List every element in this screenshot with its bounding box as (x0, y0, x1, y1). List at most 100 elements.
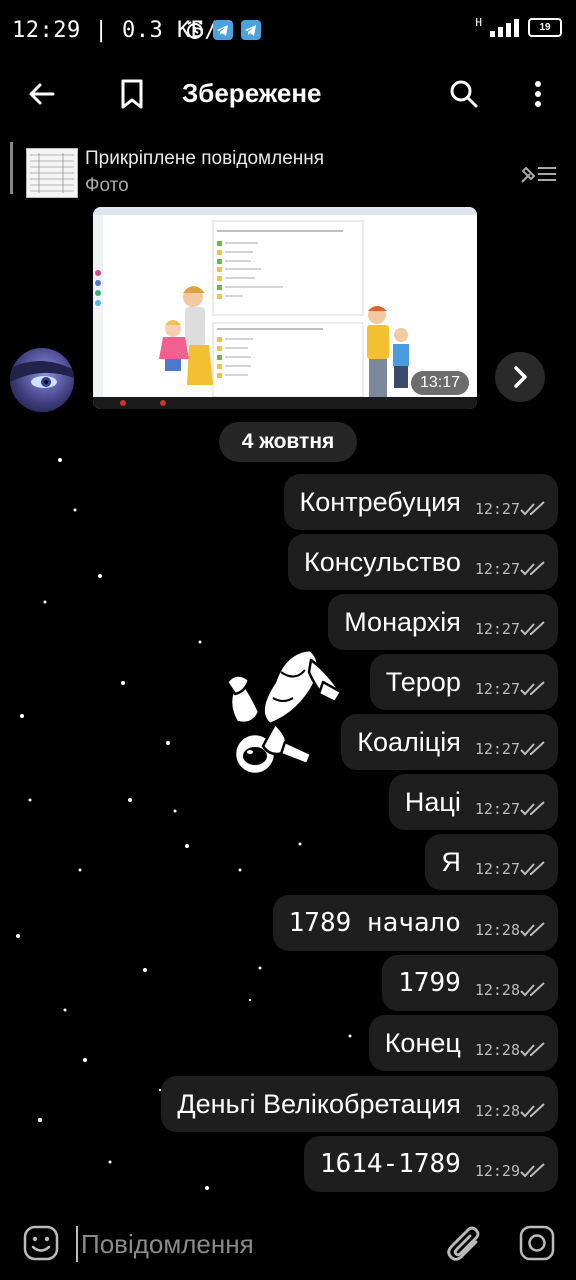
telegram-icon (241, 20, 261, 40)
message-meta: 12:27 (475, 620, 546, 638)
search-icon (450, 80, 478, 108)
attach-button[interactable] (446, 1224, 484, 1269)
message-time: 12:28 (474, 921, 520, 939)
message-time: 12:27 (474, 740, 520, 758)
double-check-icon (520, 1103, 545, 1118)
double-check-icon (520, 621, 545, 636)
chat-title[interactable]: Збережене (182, 78, 322, 109)
pinned-thumbnail (26, 148, 78, 198)
double-check-icon (520, 561, 545, 576)
message-meta: 12:28 (475, 1041, 546, 1059)
back-button[interactable] (22, 74, 62, 114)
pinned-indicator (10, 142, 13, 194)
photo-message[interactable]: 13:17 (93, 207, 477, 409)
message-meta: 12:28 (475, 1102, 546, 1120)
message-time: 12:27 (474, 500, 520, 518)
message-time: 12:27 (474, 860, 520, 878)
message-bubble[interactable]: Монархія 12:27 (328, 594, 558, 650)
signal-icon (490, 18, 519, 37)
more-vertical-icon (535, 81, 541, 107)
network-type: H (475, 16, 482, 29)
forward-button[interactable] (495, 352, 545, 402)
message-text: Консульство (304, 546, 461, 577)
paperclip-icon (447, 1226, 480, 1261)
message-text: Наці (404, 786, 461, 817)
message-time: 12:27 (474, 620, 520, 638)
message-time: 12:28 (474, 1102, 520, 1120)
message-meta: 12:27 (475, 860, 546, 878)
instagram-camera-icon (519, 1225, 555, 1261)
status-notification-icons (185, 20, 261, 40)
message-bubble[interactable]: 1799 12:28 (382, 955, 558, 1011)
message-bubble[interactable]: Наці 12:27 (388, 774, 558, 830)
double-check-icon (520, 982, 545, 997)
double-check-icon (520, 801, 545, 816)
double-check-icon (520, 741, 545, 756)
camera-button[interactable] (518, 1224, 556, 1267)
message-meta: 12:29 (475, 1162, 546, 1180)
message-text: 1789 начало (288, 908, 461, 938)
message-meta: 12:27 (475, 500, 546, 518)
message-text: Коаліція (357, 726, 461, 757)
sender-avatar[interactable] (10, 348, 74, 412)
double-check-icon (520, 861, 545, 876)
message-input[interactable]: Повідомлення (76, 1226, 431, 1262)
message-time: 12:29 (474, 1162, 520, 1180)
status-system-icons: H 19 (475, 16, 562, 37)
message-bubble[interactable]: Контребуция 12:27 (283, 474, 558, 530)
double-check-icon (520, 1163, 545, 1178)
alarm-icon (187, 21, 203, 39)
message-meta: 12:28 (475, 921, 546, 939)
message-meta: 12:27 (475, 680, 546, 698)
pinned-title: Прикріплене повідомлення (85, 148, 325, 169)
message-meta: 12:28 (475, 981, 546, 999)
pinned-subtitle: Фото (85, 175, 129, 196)
message-text: Терор (385, 666, 461, 697)
message-bubble[interactable]: 1614-1789 12:29 (303, 1136, 558, 1192)
message-time: 12:27 (474, 800, 520, 818)
message-text: 1799 (398, 968, 461, 998)
message-bubble[interactable]: Деньгі Велікобретация 12:28 (161, 1076, 558, 1132)
double-check-icon (520, 681, 545, 696)
bookmark-icon (121, 79, 143, 109)
battery-icon: 19 (528, 18, 562, 37)
message-time: 12:27 (474, 560, 520, 578)
telegram-icon (213, 20, 233, 40)
chevron-right-icon (514, 366, 527, 388)
date-separator: 4 жовтня (219, 422, 357, 462)
emoji-icon (23, 1225, 59, 1261)
search-button[interactable] (444, 74, 484, 114)
status-bar: 12:29 | 0.3 КБ/с H 19 (0, 0, 576, 62)
message-bubble[interactable]: Консульство 12:27 (288, 534, 558, 590)
more-menu-button[interactable] (518, 74, 558, 114)
message-bubble[interactable]: Я 12:27 (425, 834, 558, 890)
message-input-bar: Повідомлення (0, 1204, 576, 1280)
message-time: 12:28 (474, 1041, 520, 1059)
message-bubble[interactable]: 1789 начало 12:28 (272, 895, 558, 951)
message-time: 12:27 (474, 680, 520, 698)
emoji-button[interactable] (22, 1224, 60, 1267)
chat-header: Збережене (0, 62, 576, 124)
message-bubble[interactable]: Коаліція 12:27 (341, 714, 558, 770)
message-text: Монархія (344, 606, 461, 637)
message-bubble[interactable]: Конец 12:28 (368, 1015, 558, 1071)
pinned-message-bar[interactable]: Прикріплене повідомлення Фото (0, 136, 576, 202)
photo-timestamp: 13:17 (410, 371, 469, 395)
unpin-button[interactable] (518, 162, 558, 191)
message-text: Деньгі Велікобретация (177, 1088, 461, 1119)
double-check-icon (520, 1042, 545, 1057)
unpin-icon (521, 166, 556, 183)
message-meta: 12:27 (475, 800, 546, 818)
message-time: 12:28 (474, 981, 520, 999)
double-check-icon (520, 501, 545, 516)
message-bubble[interactable]: Терор 12:27 (369, 654, 558, 710)
message-text: 1614-1789 (319, 1149, 461, 1179)
arrow-left-icon (29, 83, 55, 105)
message-meta: 12:27 (475, 560, 546, 578)
saved-messages-avatar[interactable] (112, 74, 152, 114)
message-text: Контребуция (299, 486, 461, 517)
message-meta: 12:27 (475, 740, 546, 758)
message-text: Я (441, 846, 461, 877)
double-check-icon (520, 922, 545, 937)
message-text: Конец (384, 1027, 461, 1058)
